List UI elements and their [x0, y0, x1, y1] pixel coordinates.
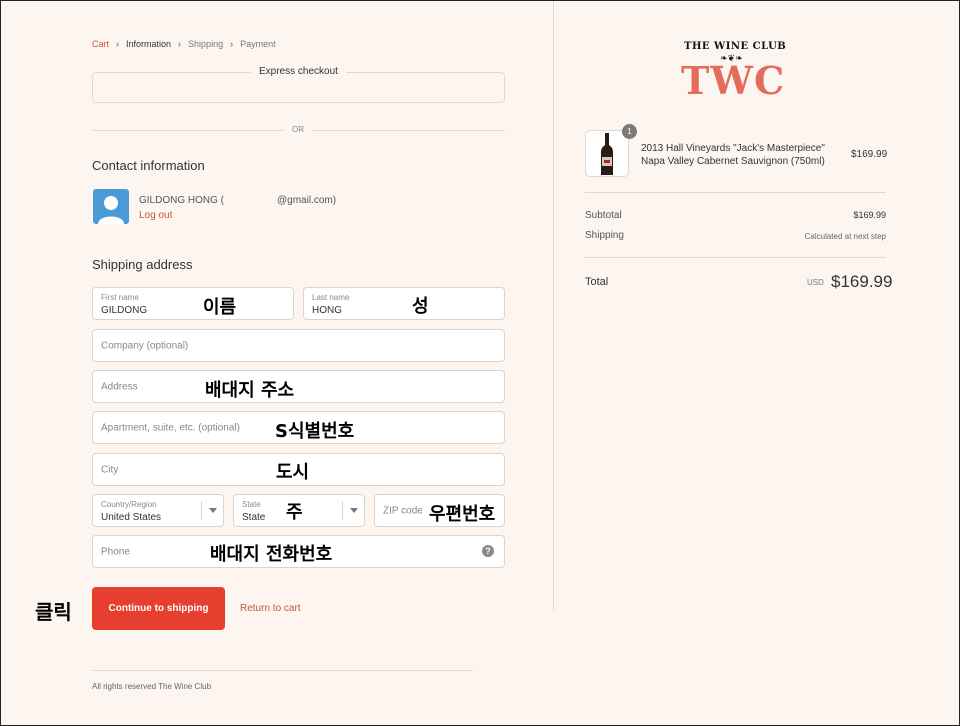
breadcrumb-information: Information — [126, 39, 172, 49]
user-email: @gmail.com) — [277, 195, 337, 206]
product-name: 2013 Hall Vineyards "Jack's Masterpiece"… — [641, 143, 825, 167]
apartment-placeholder: Apartment, suite, etc. (optional) — [101, 422, 240, 433]
chevron-down-icon — [342, 501, 364, 520]
subtotal-label: Subtotal — [585, 210, 622, 221]
city-field[interactable]: City 도시 — [92, 453, 505, 486]
footer-divider — [92, 670, 473, 671]
state-annotation: 주 — [286, 502, 303, 523]
state-value: State — [242, 512, 266, 523]
logout-link[interactable]: Log out — [139, 210, 172, 221]
apartment-field[interactable]: Apartment, suite, etc. (optional) S식별번호 — [92, 411, 505, 444]
avatar — [93, 189, 129, 224]
last-name-annotation: 성 — [412, 296, 429, 317]
total-value: $169.99 — [831, 272, 893, 291]
zip-annotation: 우편번호 — [429, 504, 496, 525]
address-annotation: 배대지 주소 — [205, 380, 295, 401]
subtotal-value: $169.99 — [853, 210, 886, 220]
breadcrumb-shipping: Shipping — [188, 39, 224, 49]
continue-to-shipping-button[interactable]: Continue to shipping — [92, 587, 225, 630]
user-icon — [98, 196, 124, 224]
phone-field[interactable]: Phone 배대지 전화번호 ? — [92, 535, 505, 568]
first-name-field[interactable]: First name GILDONG 이름 — [92, 287, 294, 320]
last-name-label: Last name — [312, 293, 350, 302]
chevron-right-icon: › — [178, 39, 182, 49]
last-name-value: HONG — [312, 305, 342, 316]
address-placeholder: Address — [101, 381, 138, 392]
state-select[interactable]: State State 주 — [233, 494, 365, 527]
user-name: GILDONG HONG ( — [139, 195, 225, 206]
wine-bottle-icon — [601, 132, 613, 175]
phone-placeholder: Phone — [101, 546, 130, 557]
state-label: State — [242, 500, 261, 509]
shipping-heading: Shipping address — [92, 257, 193, 272]
country-value: United States — [101, 512, 162, 523]
breadcrumb: Cart › Information › Shipping › Payment — [92, 39, 276, 49]
apartment-annotation: S식별번호 — [275, 421, 355, 442]
express-checkout-label: Express checkout — [251, 66, 346, 77]
summary-divider — [585, 192, 886, 193]
zip-field[interactable]: ZIP code 우편번호 — [374, 494, 505, 527]
total-label: Total — [585, 276, 609, 288]
return-to-cart-link[interactable]: Return to cart — [240, 603, 301, 614]
city-placeholder: City — [101, 464, 119, 475]
country-select[interactable]: Country/Region United States — [92, 494, 224, 527]
currency-code: USD — [807, 278, 824, 287]
city-annotation: 도시 — [276, 462, 310, 483]
help-icon[interactable]: ? — [482, 545, 494, 557]
quantity-badge: 1 — [622, 124, 637, 139]
breadcrumb-cart[interactable]: Cart — [92, 39, 109, 49]
first-name-value: GILDONG — [101, 305, 148, 316]
company-field[interactable]: Company (optional) — [92, 329, 505, 362]
chevron-right-icon: › — [230, 39, 234, 49]
address-field[interactable]: Address 배대지 주소 — [92, 370, 505, 403]
first-name-label: First name — [101, 293, 139, 302]
product-thumbnail — [585, 130, 629, 177]
contact-heading: Contact information — [92, 158, 205, 173]
footer-text: All rights reserved The Wine Club — [92, 682, 212, 691]
zip-placeholder: ZIP code — [383, 505, 423, 516]
first-name-annotation: 이름 — [203, 297, 237, 318]
chevron-down-icon — [201, 501, 223, 520]
shipping-label: Shipping — [585, 230, 624, 241]
summary-divider — [585, 257, 886, 258]
phone-annotation: 배대지 전화번호 — [210, 544, 333, 565]
company-placeholder: Company (optional) — [101, 340, 189, 351]
logo-main-text: TWC — [681, 58, 786, 103]
product-price: $169.99 — [851, 149, 888, 160]
chevron-right-icon: › — [116, 39, 120, 49]
last-name-field[interactable]: Last name HONG 성 — [303, 287, 505, 320]
or-label: OR — [284, 125, 312, 134]
country-label: Country/Region — [101, 500, 157, 509]
click-annotation: 클릭 — [35, 600, 72, 624]
shipping-value: Calculated at next step — [804, 232, 886, 241]
breadcrumb-payment: Payment — [240, 39, 276, 49]
logo-top-text: THE WINE CLUB — [684, 41, 787, 52]
column-divider — [553, 1, 554, 611]
